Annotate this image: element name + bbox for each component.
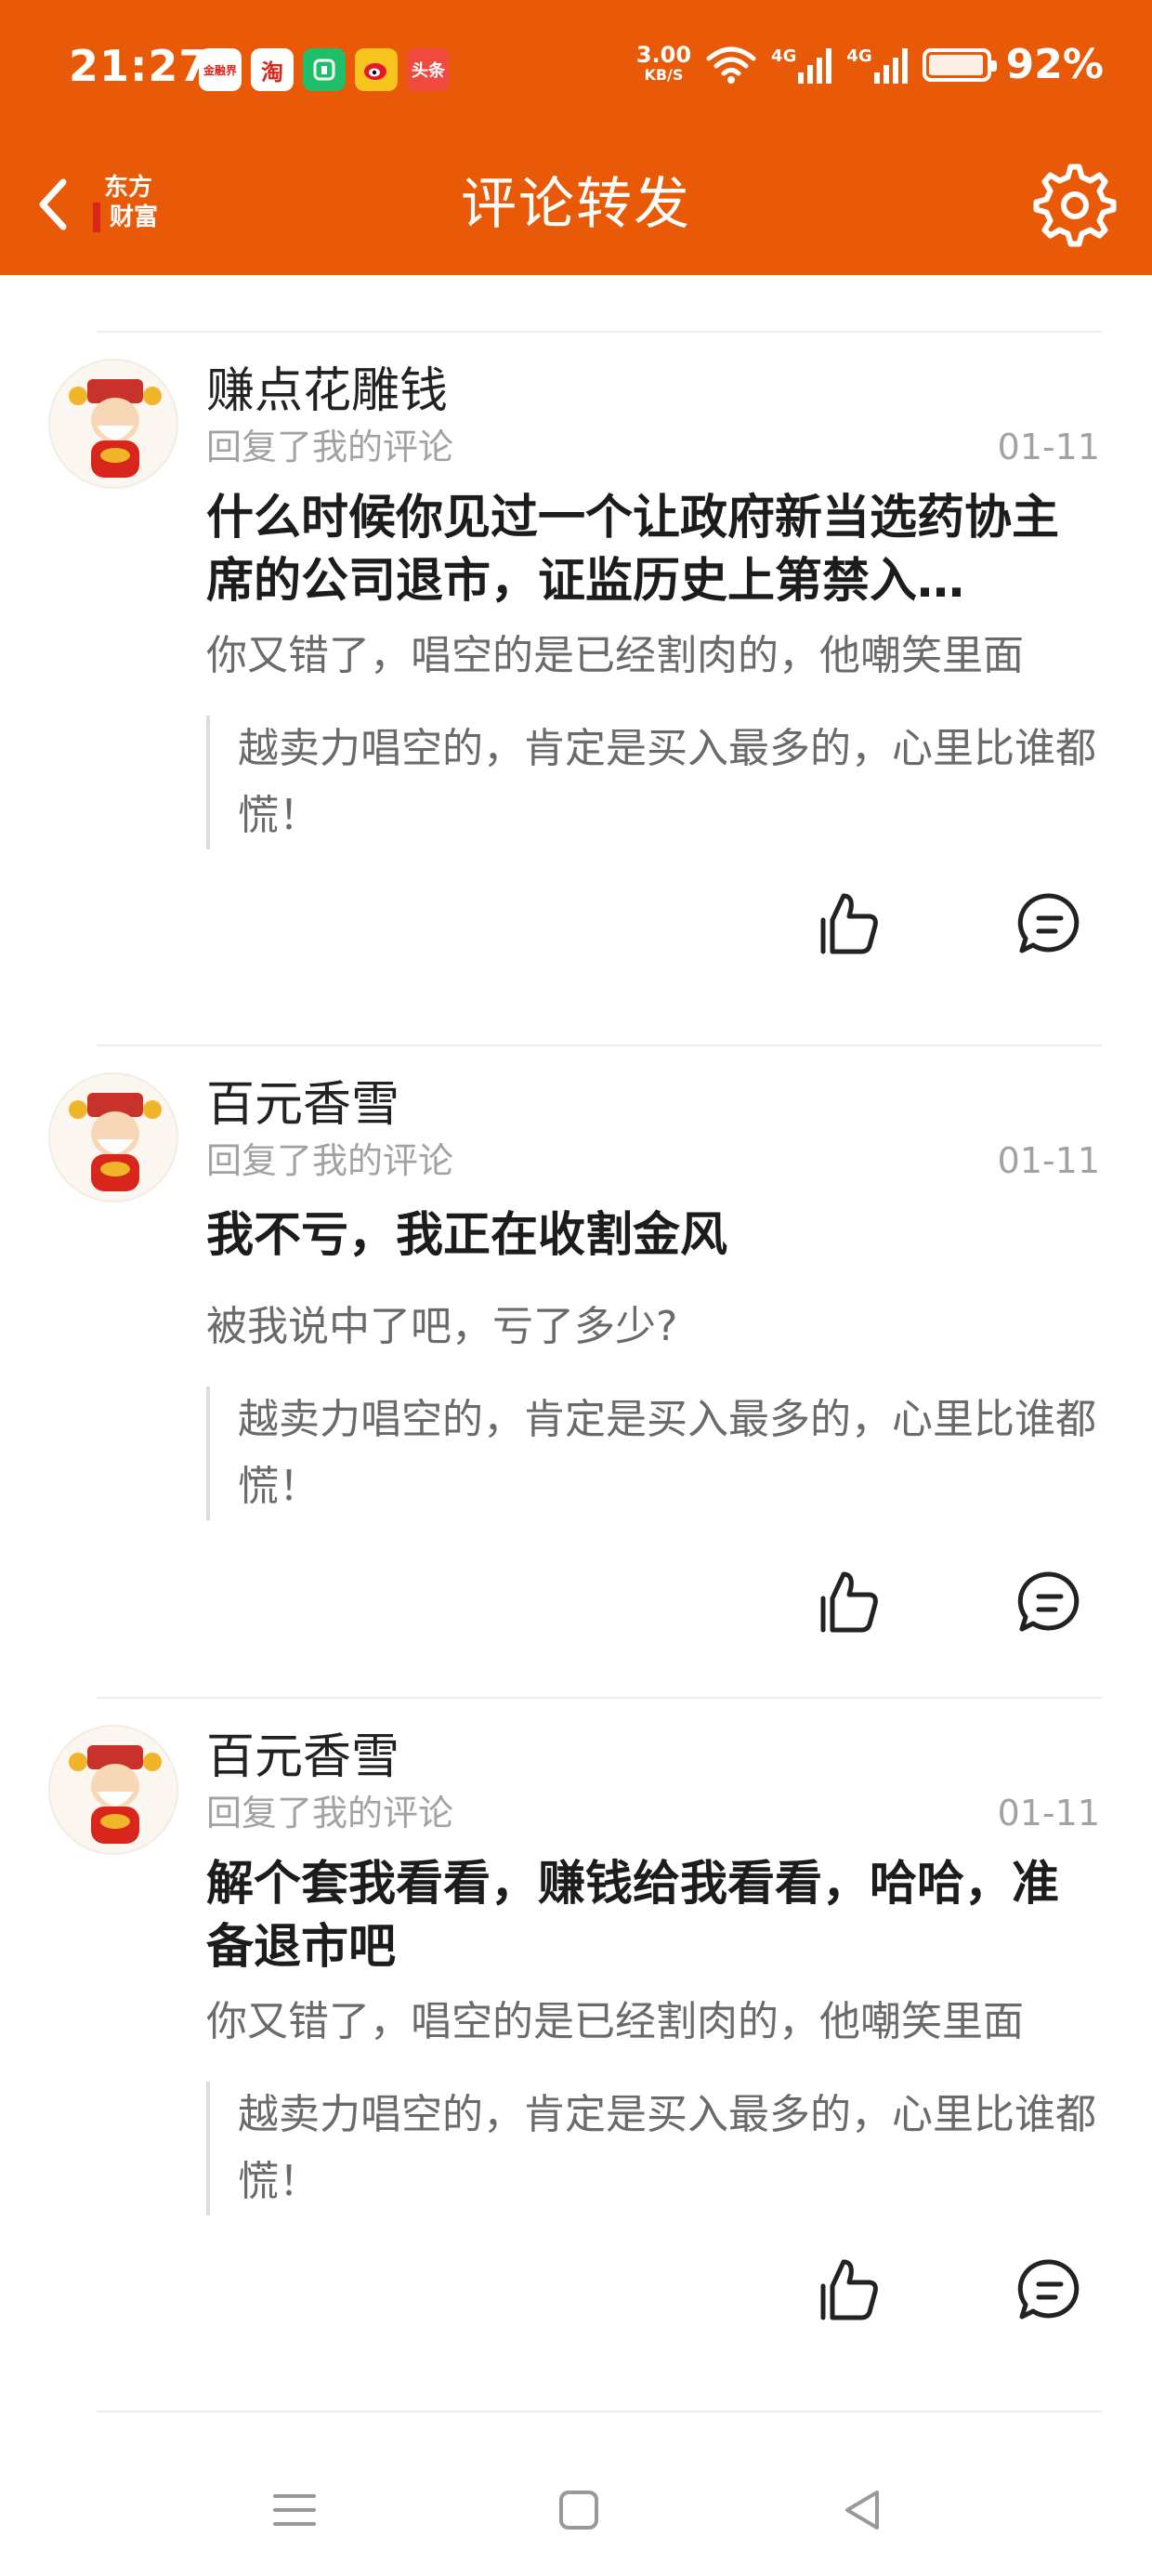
divider <box>97 1697 1102 1699</box>
my-comment-text[interactable]: 你又错了，唱空的是已经割肉的，他嘲笑里面 <box>206 628 1104 684</box>
gear-icon <box>1033 164 1117 247</box>
battery-percent: 92% <box>1005 41 1104 88</box>
like-button[interactable] <box>810 2253 884 2327</box>
menu-icon <box>273 2494 316 2526</box>
list-item[interactable]: 赚点花雕钱 回复了我的评论 01-11 什么时候你见过一个让政府新当选药协主席的… <box>0 359 1152 954</box>
net-speed: 3.00 KB/S <box>635 41 692 84</box>
back-nav-button[interactable] <box>831 2477 896 2543</box>
menu-nav-button[interactable] <box>262 2477 327 2543</box>
comment-date: 01-11 <box>997 1793 1100 1833</box>
avatar[interactable] <box>48 1072 178 1203</box>
mi-app-icon <box>303 48 346 91</box>
page-title: 评论转发 <box>461 172 691 237</box>
divider <box>97 1045 1102 1046</box>
wifi-icon <box>706 46 756 84</box>
status-time: 21:27 <box>69 41 210 91</box>
signal-2: 4G <box>846 46 908 84</box>
reply-button[interactable] <box>1013 887 1087 961</box>
status-bar: 21:27 金融界 淘 头条 3.00 KB/S 4G 4G 92% <box>0 0 1152 139</box>
comment-bubble-icon <box>1017 2259 1080 2320</box>
username[interactable]: 百元香雪 <box>206 1072 399 1137</box>
my-comment-text[interactable]: 被我说中了吧，亏了多少? <box>206 1299 1104 1355</box>
signal-1: 4G <box>771 46 832 84</box>
comment-list[interactable]: 赚点花雕钱 回复了我的评论 01-11 什么时候你见过一个让政府新当选药协主席的… <box>0 275 1152 2444</box>
reply-subtitle: 回复了我的评论 <box>206 427 454 467</box>
like-button[interactable] <box>810 887 884 961</box>
notification-icons: 金融界 淘 头条 <box>199 48 450 91</box>
signal-bars-icon <box>873 46 908 84</box>
thumbs-up-icon <box>820 893 878 954</box>
reply-text[interactable]: 什么时候你见过一个让政府新当选药协主席的公司退市，证监历史上第禁入… <box>206 487 1096 613</box>
home-nav-button[interactable] <box>546 2477 611 2543</box>
toutiao-app-icon: 头条 <box>407 48 450 91</box>
reply-text[interactable]: 解个套我看看，赚钱给我看看，哈哈，准备退市吧 <box>206 1853 1096 1979</box>
divider <box>97 331 1102 333</box>
comment-date: 01-11 <box>997 1140 1100 1181</box>
username[interactable]: 赚点花雕钱 <box>206 359 448 424</box>
thumbs-up-icon <box>820 2259 878 2320</box>
app-header: 21:27 金融界 淘 头条 3.00 KB/S 4G 4G 92% 东方 财富… <box>0 0 1152 275</box>
my-comment-text[interactable]: 你又错了，唱空的是已经割肉的，他嘲笑里面 <box>206 1994 1104 2050</box>
comment-bubble-icon <box>1017 1571 1080 1632</box>
list-item[interactable]: 百元香雪 回复了我的评论 01-11 解个套我看看，赚钱给我看看，哈哈，准备退市… <box>0 1725 1152 2375</box>
comment-date: 01-11 <box>997 427 1100 467</box>
god-of-wealth-avatar-icon <box>69 1745 162 1844</box>
avatar[interactable] <box>48 1725 178 1855</box>
god-of-wealth-avatar-icon <box>69 1093 162 1191</box>
reply-subtitle: 回复了我的评论 <box>206 1140 454 1181</box>
quoted-original-comment[interactable]: 越卖力唱空的，肯定是买入最多的，心里比谁都慌！ <box>206 1387 1104 1520</box>
status-indicators: 3.00 KB/S 4G 4G 92% <box>636 41 1104 88</box>
title-bar: 东方 财富 评论转发 <box>0 139 1152 275</box>
avatar[interactable] <box>48 359 178 489</box>
list-item[interactable]: 百元香雪 回复了我的评论 01-11 我不亏，我正在收割金风 被我说中了吧，亏了… <box>0 1072 1152 1667</box>
battery-icon <box>922 47 997 82</box>
god-of-wealth-avatar-icon <box>69 379 162 478</box>
username[interactable]: 百元香雪 <box>206 1725 399 1790</box>
reply-text[interactable]: 我不亏，我正在收割金风 <box>206 1204 1096 1268</box>
jinrongjie-app-icon: 金融界 <box>199 48 242 91</box>
square-icon <box>559 2491 598 2530</box>
triangle-back-icon <box>845 2491 879 2530</box>
reply-button[interactable] <box>1013 1565 1087 1639</box>
divider <box>97 2411 1102 2412</box>
comment-bubble-icon <box>1017 893 1080 953</box>
like-button[interactable] <box>810 1565 884 1639</box>
settings-button[interactable] <box>1033 164 1117 247</box>
system-nav-bar <box>0 2444 1152 2576</box>
quoted-original-comment[interactable]: 越卖力唱空的，肯定是买入最多的，心里比谁都慌！ <box>206 716 1104 849</box>
reply-subtitle: 回复了我的评论 <box>206 1793 454 1833</box>
quoted-original-comment[interactable]: 越卖力唱空的，肯定是买入最多的，心里比谁都慌！ <box>206 2082 1104 2215</box>
thumbs-up-icon <box>820 1571 878 1633</box>
reply-button[interactable] <box>1013 2253 1087 2327</box>
taobao-app-icon: 淘 <box>251 48 294 91</box>
weibo-app-icon <box>355 48 398 91</box>
signal-bars-icon <box>798 46 832 84</box>
